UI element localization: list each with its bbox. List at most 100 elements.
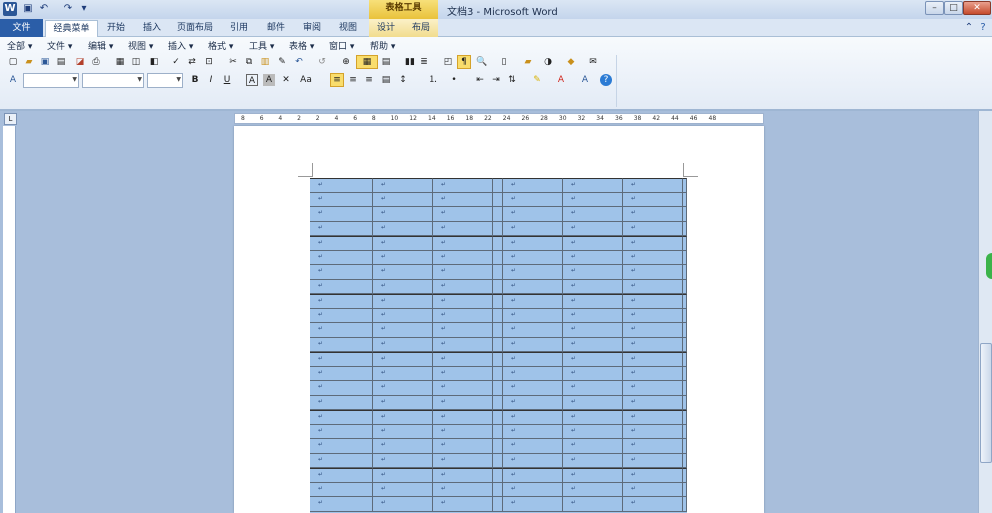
print-icon[interactable]: ⎙ [90,56,102,68]
table-cell[interactable]: ↵ [433,265,493,280]
table-cell[interactable]: ↵ [623,381,683,396]
table-cell[interactable]: ↵ [563,482,623,497]
insert-table-icon[interactable]: ▤ [380,56,392,68]
menu-help[interactable]: 帮助 ▾ [370,39,395,52]
table-cell[interactable]: ↵ [433,236,493,251]
label-table[interactable]: ↵ ↵ ↵ ↵ ↵ ↵ ↵ ↵ ↵ ↵ ↵ ↵ ↵ ↵ ↵ ↵ ↵ ↵ ↵ ↵ ↵ ↵ ↵ ↵ ↵ ↵ ↵ ↵ ↵ ↵ ↵ ↵ ↵ ↵ ↵ ↵ ↵ ↵ ↵ ↵… [310,178,687,513]
align-right-icon[interactable]: ≡ [363,74,375,86]
table-cell[interactable]: ↵ [563,366,623,381]
table-cell[interactable]: ↵ [503,337,563,352]
table-cell[interactable]: ↵ [433,424,493,439]
copy-format-icon[interactable]: ⊡ [203,56,215,68]
table-cell[interactable] [493,482,503,497]
numbering-icon[interactable]: ⒈ [427,74,439,86]
menu-view[interactable]: 视图 ▾ [128,39,153,52]
table-cell[interactable]: ↵ [310,395,373,410]
table-cell[interactable]: ↵ [373,482,433,497]
tab-review[interactable]: 审阅 [297,20,327,37]
table-cell[interactable] [683,337,687,352]
table-cell[interactable]: ↵ [563,221,623,236]
table-cell[interactable] [683,250,687,265]
table-cell[interactable]: ↵ [310,366,373,381]
table-cell[interactable]: ↵ [563,236,623,251]
table-cell[interactable]: ↵ [503,410,563,425]
horizontal-ruler[interactable]: 8 6 4 2 2 4 6 8 10 12 14 16 18 22 24 26 28 30 32 34 36 38 42 44… [234,113,764,124]
table-cell[interactable]: ↵ [503,250,563,265]
tab-page-layout[interactable]: 页面布局 [173,20,217,37]
table-cell[interactable]: ↵ [503,381,563,396]
table-cell[interactable]: ↵ [310,352,373,367]
cut-icon[interactable]: ✂ [227,56,239,68]
research-icon[interactable]: ◧ [148,56,160,68]
table-cell[interactable]: ↵ [433,221,493,236]
copy-icon[interactable]: ⧉ [243,56,255,68]
text-effects-icon[interactable]: A [579,74,591,86]
menu-edit[interactable]: 编辑 ▾ [88,39,113,52]
table-cell[interactable]: ↵ [503,424,563,439]
align-left-icon[interactable]: ≡ [330,73,344,87]
table-cell[interactable]: ↵ [503,395,563,410]
table-cell[interactable]: ↵ [373,337,433,352]
table-cell[interactable]: ↵ [373,265,433,280]
table-cell[interactable]: ↵ [623,192,683,207]
table-cell[interactable]: ↵ [433,250,493,265]
table-cell[interactable]: ↵ [503,497,563,512]
table-cell[interactable]: ↵ [563,308,623,323]
table-cell[interactable]: ↵ [563,279,623,294]
italic-button[interactable]: I [205,74,217,86]
table-cell[interactable]: ↵ [373,453,433,468]
table-cell[interactable]: ↵ [503,236,563,251]
table-cell[interactable]: ↵ [623,250,683,265]
table-cell[interactable] [683,468,687,483]
table-cell[interactable] [493,323,503,338]
table-cell[interactable]: ↵ [310,250,373,265]
table-cell[interactable]: ↵ [310,207,373,222]
tab-file[interactable]: 文件 [0,19,43,37]
table-cell[interactable] [493,192,503,207]
table-cell[interactable]: ↵ [433,482,493,497]
menu-file[interactable]: 文件 ▾ [47,39,72,52]
table-cell[interactable] [493,308,503,323]
doc-map-icon[interactable]: ◰ [442,56,454,68]
tab-view[interactable]: 视图 [333,20,363,37]
table-cell[interactable]: ↵ [503,482,563,497]
table-cell[interactable]: ↵ [310,192,373,207]
table-cell[interactable]: ↵ [310,468,373,483]
table-cell[interactable]: ↵ [373,294,433,309]
table-cell[interactable]: ↵ [623,453,683,468]
scrollbar-thumb[interactable] [980,343,992,463]
table-cell[interactable]: ↵ [373,352,433,367]
table-cell[interactable]: ↵ [310,178,373,193]
translate-icon[interactable]: ⇄ [186,56,198,68]
help-icon[interactable]: ? [977,22,989,34]
table-cell[interactable]: ↵ [563,352,623,367]
table-cell[interactable]: ↵ [563,192,623,207]
table-cell[interactable]: ↵ [563,497,623,512]
table-cell[interactable] [493,381,503,396]
table-cell[interactable] [683,279,687,294]
vertical-scrollbar[interactable] [978,111,992,513]
table-cell[interactable] [683,207,687,222]
tab-references[interactable]: 引用 [224,20,254,37]
ribbon-minimize-icon[interactable]: ⌃ [963,22,975,34]
open-folder-icon[interactable]: ▰ [23,56,35,68]
table-cell[interactable] [493,424,503,439]
table-cell[interactable]: ↵ [563,207,623,222]
tab-classic-menu[interactable]: 经典菜单 [45,20,98,37]
undo-icon[interactable]: ↶ [38,3,50,15]
table-cell[interactable] [493,439,503,454]
table-cell[interactable] [683,192,687,207]
macro-icon[interactable]: ◆ [565,56,577,68]
table-cell[interactable]: ↵ [433,439,493,454]
redo-icon-toolbar[interactable]: ↺ [316,56,328,68]
table-cell[interactable]: ↵ [433,192,493,207]
change-case-icon[interactable]: Aa [300,74,312,86]
table-cell[interactable]: ↵ [503,207,563,222]
table-cell[interactable] [493,265,503,280]
table-cell[interactable]: ↵ [310,294,373,309]
table-cell[interactable] [493,236,503,251]
table-cell[interactable] [683,308,687,323]
table-borders-icon[interactable]: ▦ [356,55,378,69]
table-cell[interactable] [683,178,687,193]
table-cell[interactable]: ↵ [623,497,683,512]
